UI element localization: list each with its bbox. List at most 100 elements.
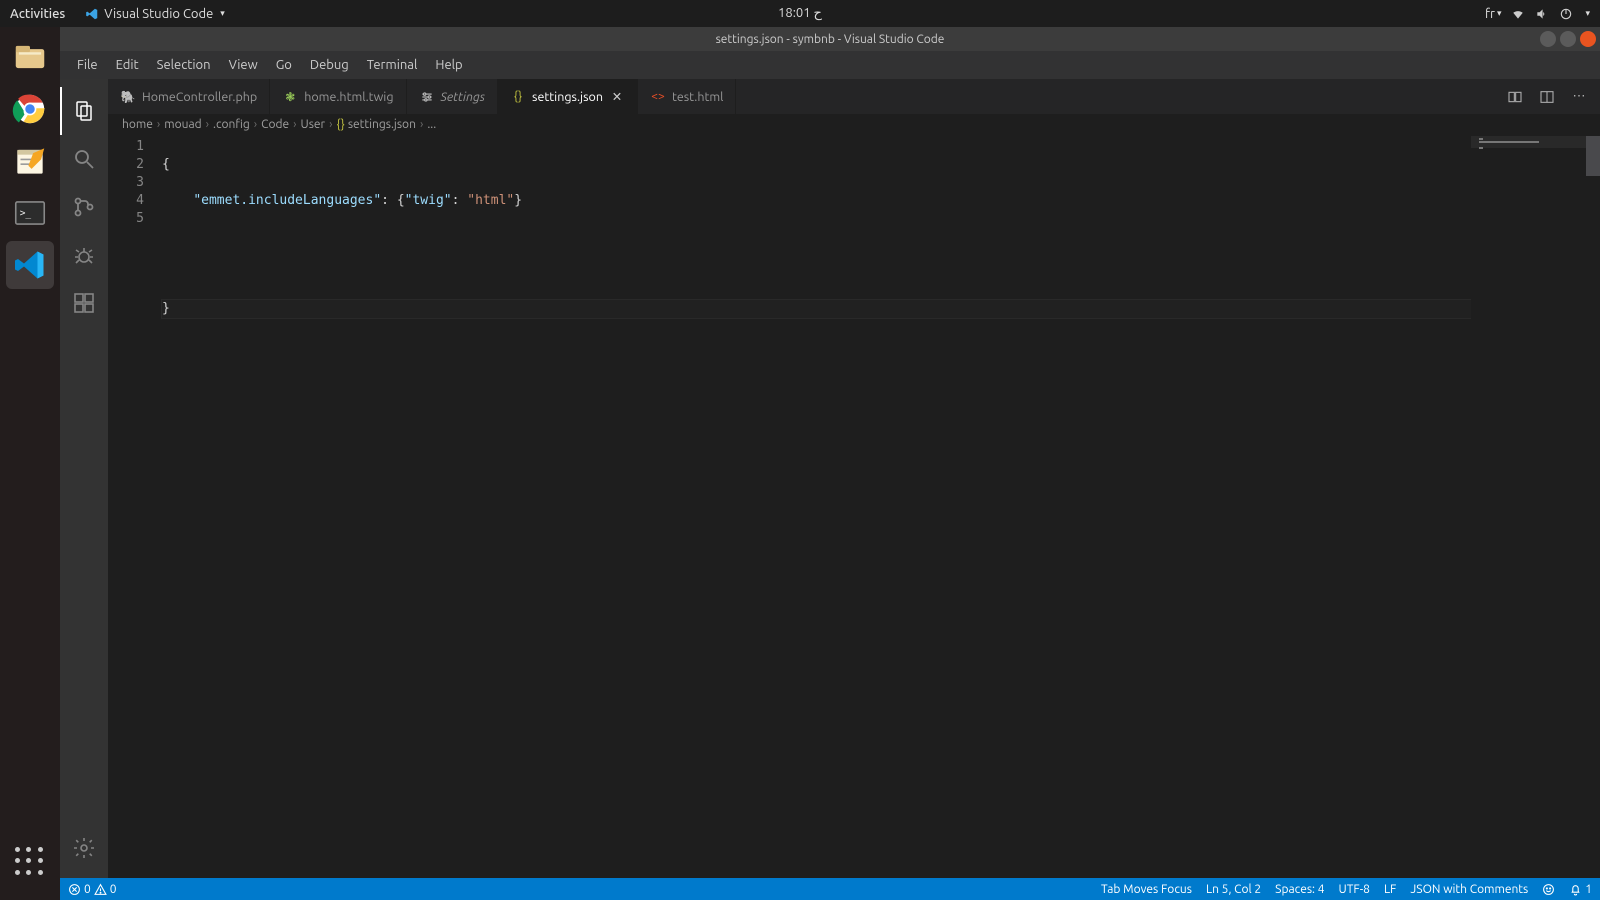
error-count: 0 [84, 883, 91, 896]
wifi-icon[interactable] [1511, 7, 1525, 21]
breadcrumb-item[interactable]: User [301, 118, 326, 131]
system-tray: fr▾ ▾ [1485, 7, 1590, 21]
volume-icon[interactable] [1535, 7, 1549, 21]
twig-icon: ❃ [282, 89, 298, 105]
menu-view[interactable]: View [220, 51, 267, 79]
menu-edit[interactable]: Edit [107, 51, 148, 79]
tab-bar: 🐘 HomeController.php ❃ home.html.twig Se… [108, 79, 1600, 114]
tab-label: HomeController.php [142, 90, 257, 104]
minimap[interactable] [1471, 136, 1586, 878]
dock-chrome-icon[interactable] [6, 85, 54, 133]
menu-debug[interactable]: Debug [301, 51, 358, 79]
line-number: 1 [108, 138, 144, 156]
activity-source-control-icon[interactable] [60, 183, 108, 231]
close-button[interactable] [1580, 31, 1596, 47]
status-feedback-icon[interactable] [1542, 883, 1555, 896]
svg-text:>_: >_ [20, 208, 32, 219]
activity-settings-gear-icon[interactable] [60, 824, 108, 872]
compare-changes-icon[interactable] [1502, 84, 1528, 110]
tab-home-twig[interactable]: ❃ home.html.twig [270, 79, 406, 114]
dock-show-apps-icon[interactable] [6, 838, 54, 886]
close-tab-icon[interactable]: ✕ [609, 89, 625, 105]
window-titlebar: settings.json - symbnb - Visual Studio C… [60, 27, 1600, 51]
menu-file[interactable]: File [68, 51, 107, 79]
error-icon [68, 883, 81, 896]
split-editor-icon[interactable] [1534, 84, 1560, 110]
chevron-right-icon: › [206, 118, 209, 131]
maximize-button[interactable] [1560, 31, 1576, 47]
menu-terminal[interactable]: Terminal [358, 51, 427, 79]
breadcrumbs: home› mouad› .config› Code› User› {} set… [108, 114, 1600, 136]
breadcrumb-item[interactable]: {} settings.json [336, 118, 415, 131]
dock-terminal-icon[interactable]: >_ [6, 189, 54, 237]
status-indentation[interactable]: Spaces: 4 [1275, 883, 1324, 896]
ubuntu-dock: >_ [0, 27, 60, 900]
activities-button[interactable]: Activities [10, 7, 65, 21]
line-number: 2 [108, 156, 144, 174]
tab-settings-ui[interactable]: Settings [407, 79, 499, 114]
breadcrumb-item[interactable]: Code [261, 118, 289, 131]
breadcrumb-item[interactable]: .config [213, 118, 250, 131]
more-actions-icon[interactable]: ⋯ [1566, 84, 1592, 110]
chevron-right-icon: › [293, 118, 296, 131]
status-bar: 0 0 Tab Moves Focus Ln 5, Col 2 Spaces: … [60, 878, 1600, 900]
activity-explorer-icon[interactable] [60, 87, 108, 135]
dock-text-editor-icon[interactable] [6, 137, 54, 185]
json-icon: {} [336, 118, 344, 131]
tab-actions: ⋯ [1502, 79, 1600, 114]
editor-area[interactable]: 1 2 3 4 5 { "emmet.includeLanguages": {"… [108, 136, 1600, 878]
chevron-right-icon: › [420, 118, 423, 131]
chevron-down-icon: ▾ [1585, 8, 1590, 19]
line-numbers-gutter: 1 2 3 4 5 [108, 136, 162, 878]
power-icon[interactable] [1559, 7, 1573, 21]
tab-home-controller[interactable]: 🐘 HomeController.php [108, 79, 270, 114]
keyboard-lang-indicator[interactable]: fr▾ [1485, 7, 1501, 21]
warning-count: 0 [110, 883, 117, 896]
chevron-right-icon: › [329, 118, 332, 131]
vertical-scrollbar[interactable] [1586, 136, 1600, 878]
activity-extensions-icon[interactable] [60, 279, 108, 327]
status-notifications[interactable]: 1 [1569, 883, 1592, 896]
status-problems[interactable]: 0 0 [68, 883, 117, 896]
menu-go[interactable]: Go [267, 51, 301, 79]
breadcrumb-item[interactable]: mouad [164, 118, 201, 131]
status-eol[interactable]: LF [1384, 883, 1396, 896]
code-content[interactable]: { "emmet.includeLanguages": {"twig": "ht… [162, 136, 1471, 878]
breadcrumb-item[interactable]: home [122, 118, 153, 131]
bell-icon [1569, 883, 1582, 896]
window-controls [1540, 31, 1596, 47]
activity-debug-icon[interactable] [60, 231, 108, 279]
top-app-menu[interactable]: Visual Studio Code ▾ [85, 7, 225, 21]
clock[interactable]: ح 18:01 [778, 6, 822, 21]
line-number: 4 [108, 192, 144, 210]
top-app-label: Visual Studio Code [104, 7, 213, 21]
line-number: 3 [108, 174, 144, 192]
tab-test-html[interactable]: <> test.html [638, 79, 736, 114]
php-icon: 🐘 [120, 89, 136, 105]
status-cursor-position[interactable]: Ln 5, Col 2 [1206, 883, 1261, 896]
status-encoding[interactable]: UTF-8 [1339, 883, 1370, 896]
status-tab-moves-focus[interactable]: Tab Moves Focus [1101, 883, 1192, 896]
activity-search-icon[interactable] [60, 135, 108, 183]
scrollbar-thumb[interactable] [1586, 136, 1600, 176]
settings-icon [419, 89, 435, 105]
menu-help[interactable]: Help [426, 51, 471, 79]
html-icon: <> [650, 89, 666, 105]
dock-files-icon[interactable] [6, 33, 54, 81]
gnome-top-bar: Activities Visual Studio Code ▾ ح 18:01 … [0, 0, 1600, 27]
line-number: 5 [108, 210, 144, 228]
tab-label: test.html [672, 90, 723, 104]
dock-vscode-icon[interactable] [6, 241, 54, 289]
chevron-right-icon: › [254, 118, 257, 131]
tab-label: Settings [441, 90, 486, 104]
breadcrumb-item[interactable]: ... [427, 118, 436, 131]
status-language-mode[interactable]: JSON with Comments [1410, 883, 1528, 896]
chevron-right-icon: › [157, 118, 160, 131]
tab-settings-json[interactable]: {} settings.json ✕ [498, 79, 638, 114]
minimize-button[interactable] [1540, 31, 1556, 47]
menu-selection[interactable]: Selection [148, 51, 220, 79]
activity-bar [60, 79, 108, 878]
notification-count: 1 [1585, 883, 1592, 896]
chevron-down-icon: ▾ [220, 8, 225, 19]
workbench-body: 🐘 HomeController.php ❃ home.html.twig Se… [60, 79, 1600, 878]
